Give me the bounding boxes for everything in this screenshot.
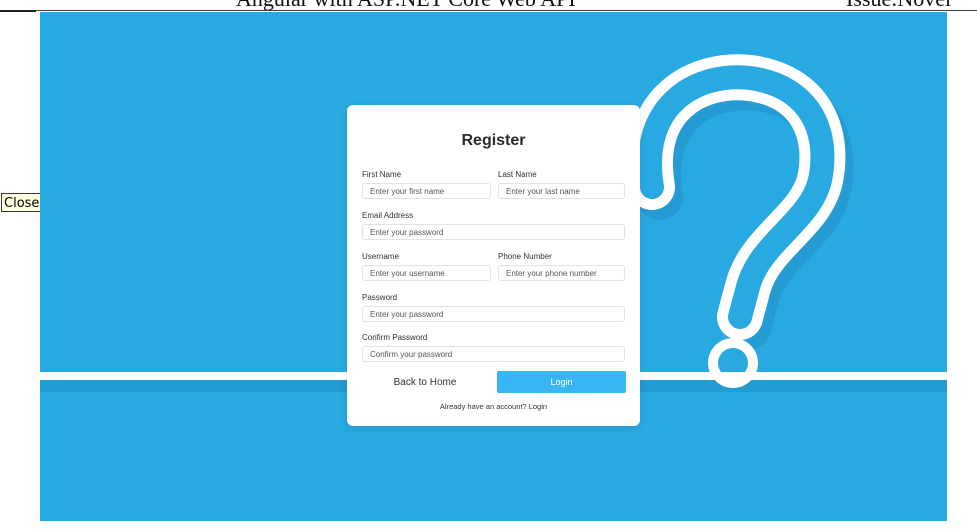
register-title: Register	[461, 132, 526, 149]
header-rule-mark	[0, 10, 36, 12]
first-name-input[interactable]	[362, 183, 491, 199]
confirm-password-input[interactable]	[362, 346, 625, 362]
login-prompt-link[interactable]: Already have an account? Login	[347, 402, 640, 411]
document-header-strip: Angular with ASP.NET Core Web API Issue:…	[0, 0, 977, 12]
username-input[interactable]	[362, 265, 491, 281]
password-label: Password	[362, 293, 398, 302]
password-input[interactable]	[362, 306, 625, 322]
hero-background: Register First Name Last Name Email Addr…	[40, 12, 947, 521]
close-button[interactable]: Close	[1, 193, 43, 212]
confirm-password-label: Confirm Password	[362, 333, 428, 342]
first-name-label: First Name	[362, 170, 402, 179]
username-label: Username	[362, 252, 399, 261]
login-button[interactable]: Login	[497, 371, 626, 393]
email-label: Email Address	[362, 211, 414, 220]
phone-input[interactable]	[498, 265, 625, 281]
back-to-home-button[interactable]: Back to Home	[361, 372, 489, 393]
register-card: Register First Name Last Name Email Addr…	[347, 105, 640, 426]
header-rule	[0, 10, 977, 11]
last-name-input[interactable]	[498, 183, 625, 199]
email-input[interactable]	[362, 224, 625, 240]
phone-label: Phone Number	[498, 252, 552, 261]
last-name-label: Last Name	[498, 170, 537, 179]
